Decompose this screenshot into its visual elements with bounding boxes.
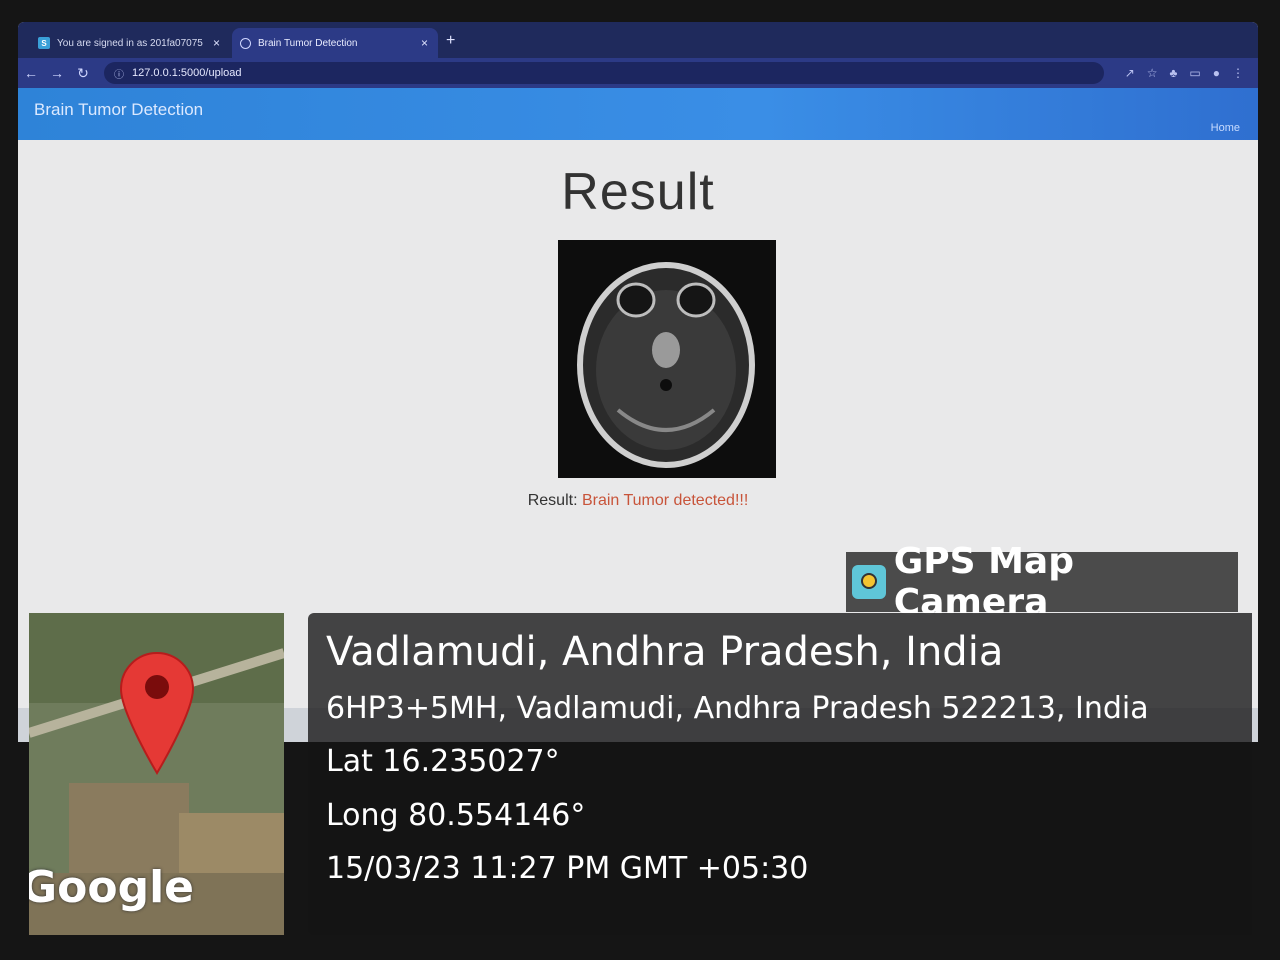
star-icon[interactable]: ☆ bbox=[1147, 66, 1158, 80]
page-title: Result bbox=[561, 163, 715, 221]
new-tab-icon[interactable]: + bbox=[446, 32, 455, 50]
map-brand-label: Google bbox=[29, 862, 194, 913]
close-icon[interactable]: × bbox=[213, 36, 220, 50]
camera-app-icon bbox=[852, 565, 886, 599]
navbar-brand[interactable]: Brain Tumor Detection bbox=[34, 100, 203, 120]
timestamp-line: 15/03/23 11:27 PM GMT +05:30 bbox=[326, 851, 809, 886]
forward-arrow-icon[interactable]: → bbox=[44, 65, 70, 81]
app-navbar: Brain Tumor Detection Home bbox=[18, 88, 1258, 140]
location-info-panel: Vadlamudi, Andhra Pradesh, India 6HP3+5M… bbox=[308, 613, 1252, 935]
toolbar-actions: ↗ ☆ ♣ ▭ ● ⋮ bbox=[1125, 66, 1244, 80]
url-text: 127.0.0.1:5000/upload bbox=[132, 67, 242, 79]
tab-signed-in[interactable]: S You are signed in as 201fa07075 × bbox=[30, 28, 230, 58]
back-arrow-icon[interactable]: ← bbox=[18, 65, 44, 81]
extensions-icon[interactable]: ♣ bbox=[1170, 66, 1178, 80]
tab-title: Brain Tumor Detection bbox=[258, 37, 358, 49]
browser-toolbar: ← → ↻ ⓘ 127.0.0.1:5000/upload ↗ ☆ ♣ ▭ ● … bbox=[18, 58, 1258, 88]
browser-tab-strip: S You are signed in as 201fa07075 × Brai… bbox=[18, 22, 1258, 58]
info-icon[interactable]: ⓘ bbox=[114, 66, 124, 81]
address-bar[interactable]: ⓘ 127.0.0.1:5000/upload bbox=[104, 62, 1104, 84]
s-favicon-icon: S bbox=[38, 37, 50, 49]
menu-icon[interactable]: ⋮ bbox=[1232, 66, 1244, 80]
latitude-line: Lat 16.235027° bbox=[326, 744, 560, 779]
sidebar-icon[interactable]: ▭ bbox=[1189, 66, 1200, 80]
brain-scan-graphic bbox=[558, 240, 776, 478]
close-icon[interactable]: × bbox=[421, 36, 428, 50]
result-label: Result: bbox=[527, 492, 578, 509]
location-name: Vadlamudi, Andhra Pradesh, India bbox=[326, 629, 1004, 675]
mri-scan-image bbox=[558, 240, 776, 478]
tab-brain-tumor-detection[interactable]: Brain Tumor Detection × bbox=[232, 28, 438, 58]
app-name: GPS Map Camera bbox=[893, 541, 1074, 623]
tab-title: You are signed in as 201fa07075 bbox=[57, 37, 203, 49]
gps-camera-badge: GPS Map Camera bbox=[846, 541, 1238, 623]
longitude-line: Long 80.554146° bbox=[326, 798, 586, 833]
result-message: Result: Brain Tumor detected!!! bbox=[18, 492, 1258, 510]
result-value: Brain Tumor detected!!! bbox=[581, 492, 749, 509]
map-thumbnail: Google bbox=[29, 613, 284, 935]
nav-home-link[interactable]: Home bbox=[1211, 122, 1240, 134]
share-icon[interactable]: ↗ bbox=[1125, 66, 1135, 80]
profile-icon[interactable]: ● bbox=[1213, 66, 1220, 80]
address-line: 6HP3+5MH, Vadlamudi, Andhra Pradesh 5222… bbox=[326, 691, 1149, 726]
reload-icon[interactable]: ↻ bbox=[70, 65, 96, 82]
globe-favicon-icon bbox=[240, 37, 251, 49]
map-pin-icon bbox=[119, 652, 195, 775]
